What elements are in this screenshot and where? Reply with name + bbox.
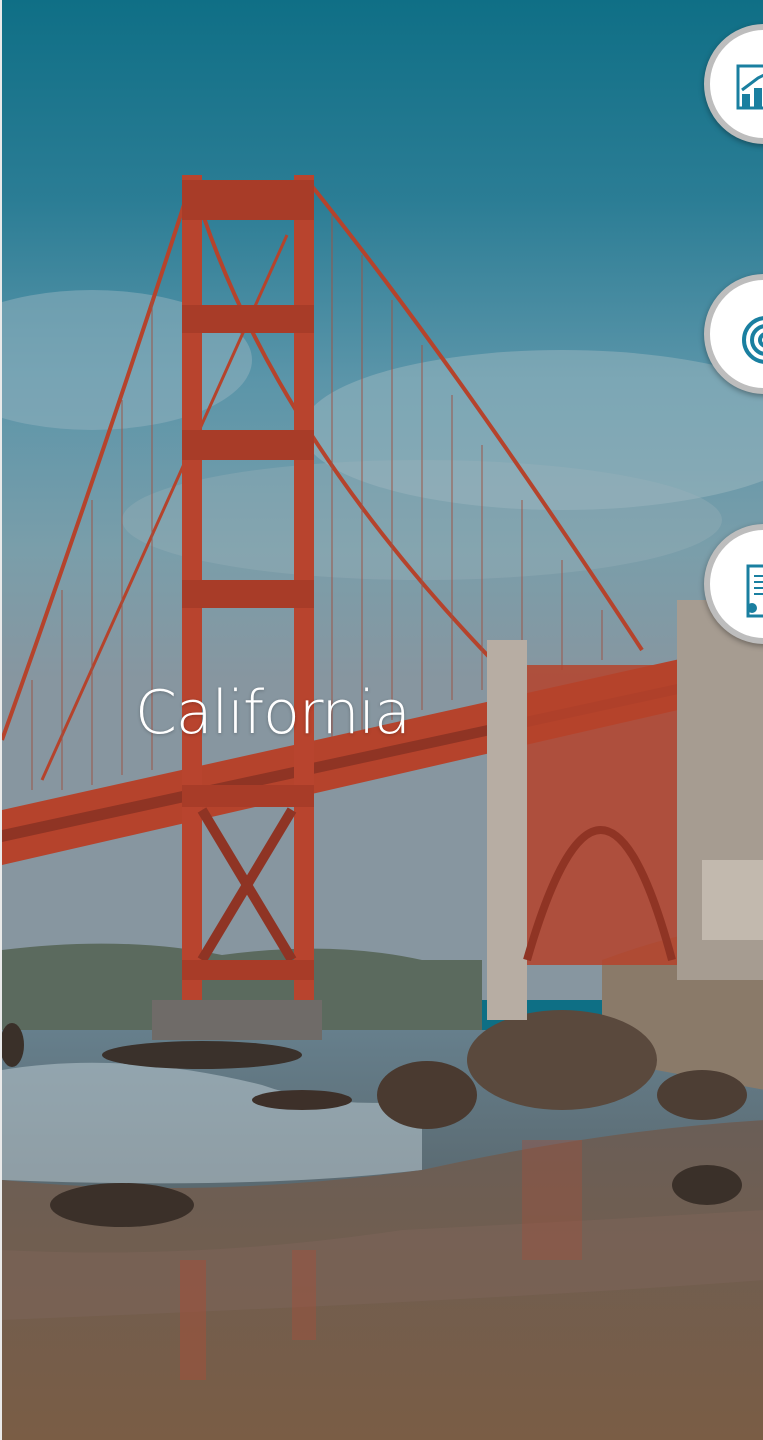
document-certificate-icon xyxy=(746,564,763,618)
location-title: California xyxy=(135,678,411,748)
chart-growth-icon xyxy=(736,64,763,110)
target-rings-icon xyxy=(742,316,763,364)
screen: California xyxy=(0,0,763,1440)
